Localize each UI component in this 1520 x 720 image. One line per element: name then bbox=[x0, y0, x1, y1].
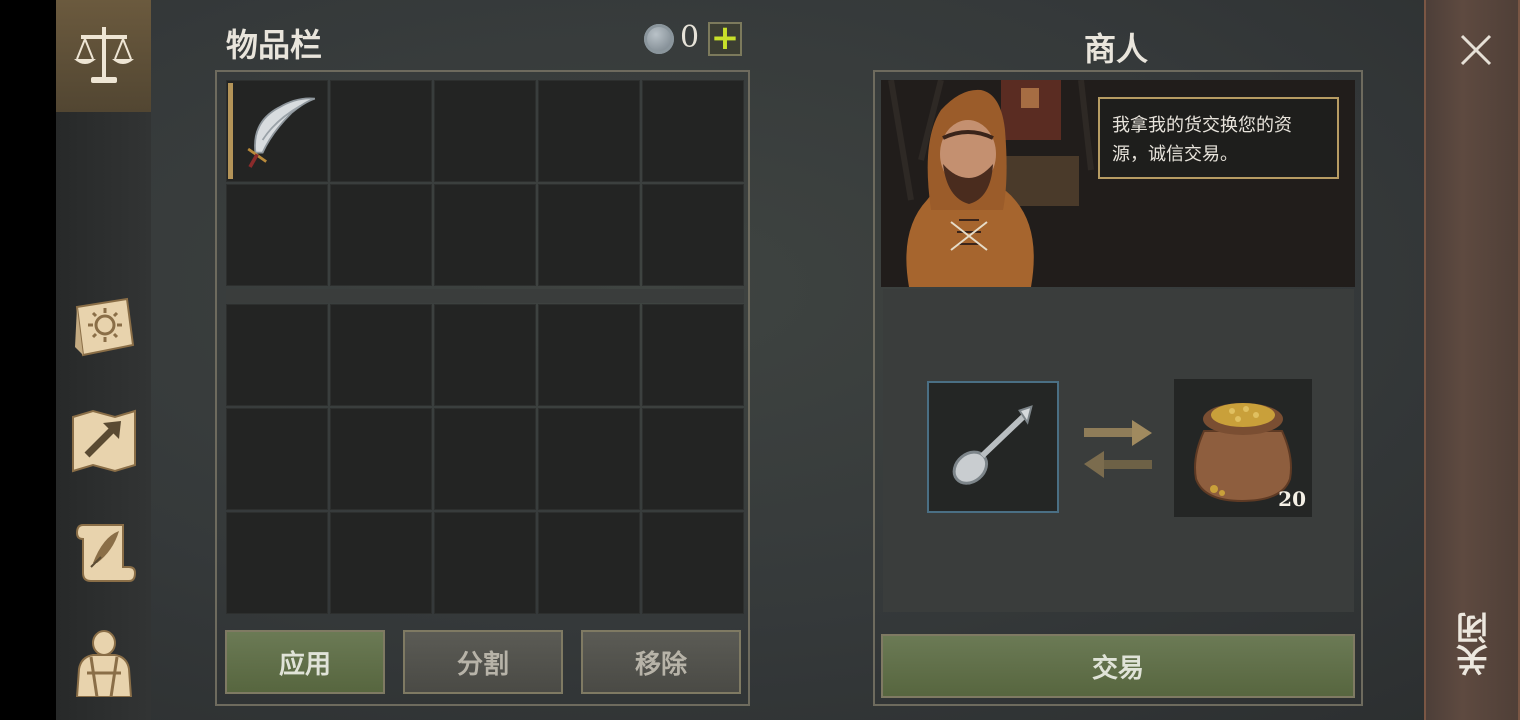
inventory-slot[interactable] bbox=[434, 184, 536, 286]
trade-button[interactable]: 交易 bbox=[881, 634, 1355, 698]
quest-scroll-icon bbox=[75, 524, 137, 582]
grid-divider bbox=[226, 289, 744, 303]
inventory-slot[interactable] bbox=[642, 304, 744, 406]
inventory-title: 物品栏 bbox=[226, 26, 323, 64]
coin-count: 0 bbox=[680, 20, 700, 55]
spoon-icon bbox=[952, 405, 1033, 485]
inventory-slot[interactable] bbox=[226, 408, 328, 510]
close-icon[interactable] bbox=[1456, 30, 1496, 70]
inventory-slot[interactable] bbox=[434, 408, 536, 510]
side-nav bbox=[56, 0, 151, 720]
apply-button[interactable]: 应用 bbox=[225, 630, 385, 694]
inventory-slot[interactable] bbox=[434, 80, 536, 182]
character-icon bbox=[75, 630, 133, 697]
sun-book-icon bbox=[75, 297, 135, 357]
inventory-slot[interactable] bbox=[434, 512, 536, 614]
inventory-slot[interactable] bbox=[226, 512, 328, 614]
coin-icon bbox=[644, 24, 674, 54]
inventory-slot[interactable] bbox=[330, 408, 432, 510]
equipped-grid bbox=[226, 80, 744, 286]
inventory-slot[interactable] bbox=[330, 184, 432, 286]
merchant-speech-bubble: 我拿我的货交换您的资源，诚信交易。 bbox=[1098, 97, 1339, 179]
split-button[interactable]: 分割 bbox=[403, 630, 563, 694]
map-tab[interactable] bbox=[64, 400, 144, 480]
journal-tab[interactable] bbox=[64, 288, 144, 368]
inventory-slot[interactable] bbox=[330, 304, 432, 406]
inventory-slot[interactable] bbox=[538, 408, 640, 510]
inventory-slot[interactable] bbox=[330, 80, 432, 182]
inventory-slot[interactable] bbox=[226, 184, 328, 286]
scimitar-icon bbox=[247, 97, 316, 168]
inventory-slot[interactable] bbox=[642, 80, 744, 182]
close-panel[interactable]: 关闭 bbox=[1424, 0, 1520, 720]
inventory-slot[interactable] bbox=[226, 304, 328, 406]
inventory-slot[interactable] bbox=[226, 80, 328, 182]
receive-item-slot[interactable]: 20 bbox=[1174, 379, 1312, 517]
close-label[interactable]: 关闭 bbox=[1451, 612, 1493, 676]
inventory-slot[interactable] bbox=[538, 512, 640, 614]
merchant-title: 商人 bbox=[1084, 30, 1149, 68]
add-coins-button[interactable]: + bbox=[708, 21, 742, 56]
exchange-arrows-icon bbox=[1084, 420, 1152, 478]
balance-scale-icon bbox=[74, 27, 134, 83]
inventory-slot[interactable] bbox=[642, 408, 744, 510]
receive-quantity: 20 bbox=[1278, 487, 1306, 511]
backpack-grid bbox=[226, 304, 744, 614]
inventory-slot[interactable] bbox=[538, 304, 640, 406]
inventory-slot[interactable] bbox=[434, 304, 536, 406]
inventory-slot[interactable] bbox=[642, 512, 744, 614]
inventory-slot[interactable] bbox=[538, 80, 640, 182]
inventory-slot[interactable] bbox=[330, 512, 432, 614]
inventory-slot[interactable] bbox=[642, 184, 744, 286]
remove-button[interactable]: 移除 bbox=[581, 630, 741, 694]
inventory-slot[interactable] bbox=[538, 184, 640, 286]
game-screen: 物品栏 0 + 应用 分割 移除 商人 我拿我的货交换您的资源，诚信交易。 20… bbox=[56, 0, 1520, 720]
quests-tab[interactable] bbox=[64, 512, 144, 592]
character-tab[interactable] bbox=[64, 622, 144, 702]
map-icon bbox=[72, 409, 136, 473]
give-item-slot[interactable] bbox=[927, 381, 1059, 513]
trade-tab[interactable] bbox=[64, 16, 144, 96]
